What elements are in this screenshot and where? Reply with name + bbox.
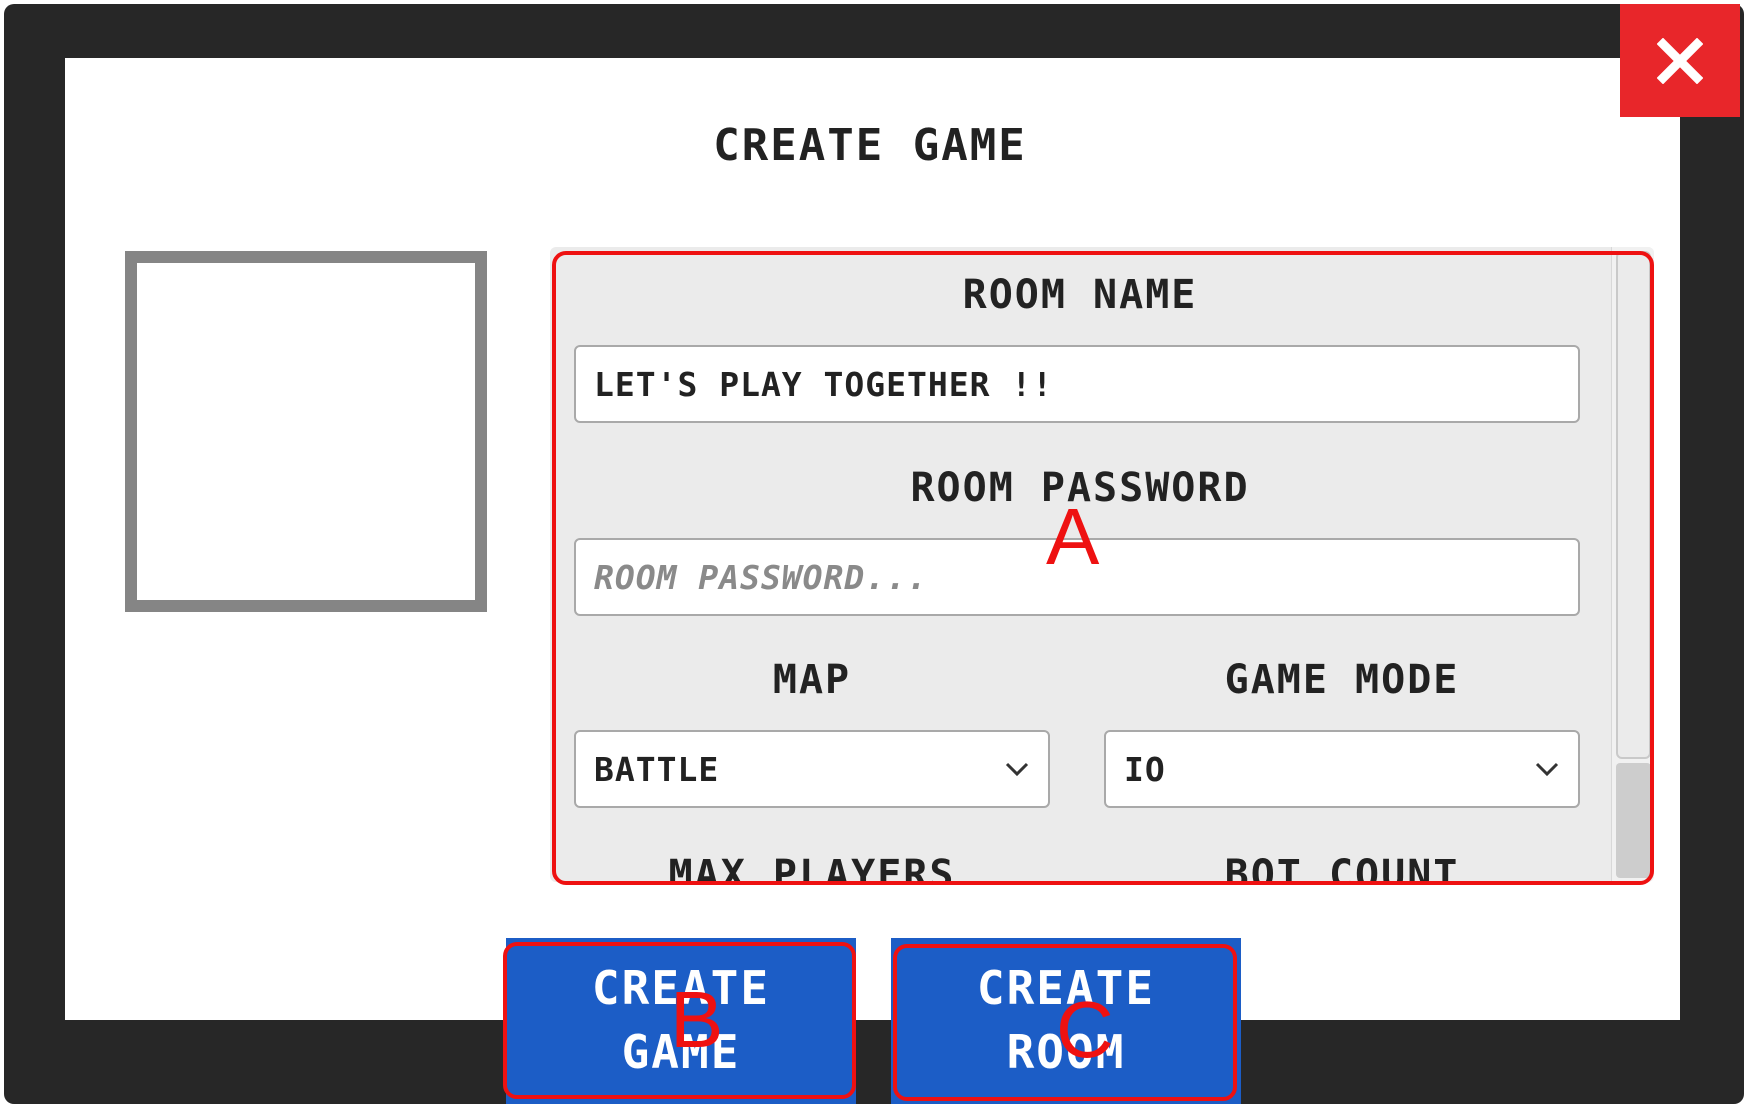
close-x-icon [1657, 37, 1703, 84]
close-button[interactable] [1620, 4, 1740, 117]
max-players-label: MAX PLAYERS [668, 852, 956, 882]
create-game-button-line2: GAME [621, 1025, 741, 1079]
panel-scrollbar[interactable] [1611, 247, 1654, 882]
chevron-down-icon [1005, 762, 1029, 777]
settings-panel[interactable]: ROOM NAME ROOM PASSWORD MAP GAME MODE BA… [550, 247, 1654, 882]
map-select[interactable]: BATTLE [574, 730, 1050, 808]
scrollbar-thumb[interactable] [1616, 251, 1651, 759]
room-name-label: ROOM NAME [962, 272, 1198, 318]
map-select-value: BATTLE [594, 749, 720, 789]
room-password-label: ROOM PASSWORD [910, 465, 1250, 511]
map-label: MAP [772, 657, 852, 703]
room-password-input[interactable] [574, 538, 1580, 616]
chevron-down-icon [1535, 762, 1559, 777]
game-mode-select-value: IO [1124, 749, 1166, 789]
create-room-button-line1: CREATE [976, 961, 1156, 1015]
create-room-button-line2: ROOM [1006, 1025, 1126, 1079]
settings-form: ROOM NAME ROOM PASSWORD MAP GAME MODE BA… [550, 247, 1610, 882]
bot-count-label: BOT COUNT [1224, 852, 1460, 882]
scrollbar-track[interactable] [1616, 763, 1651, 878]
game-mode-select[interactable]: IO [1104, 730, 1580, 808]
room-name-input[interactable] [574, 345, 1580, 423]
create-room-button[interactable]: CREATE ROOM [891, 938, 1241, 1104]
map-preview [125, 251, 487, 612]
create-game-button-line1: CREATE [591, 961, 771, 1015]
dialog-title: CREATE GAME [713, 120, 1027, 171]
create-game-button[interactable]: CREATE GAME [506, 938, 856, 1104]
game-mode-label: GAME MODE [1224, 657, 1460, 703]
